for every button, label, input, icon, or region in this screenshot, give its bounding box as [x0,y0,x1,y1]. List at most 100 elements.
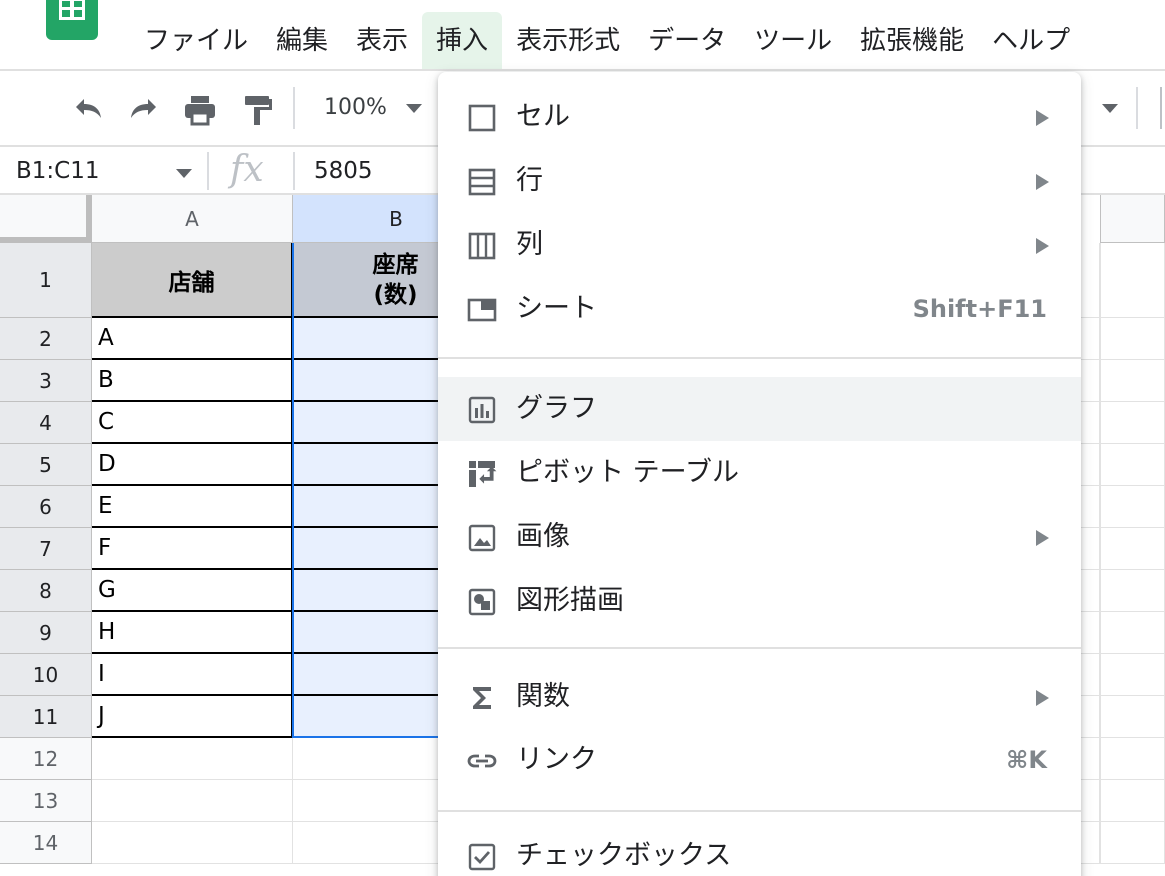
menu-tools[interactable]: ツール [740,12,846,70]
redo-icon[interactable] [126,93,162,127]
toolbar-divider [1160,87,1162,129]
cell-right[interactable] [1100,402,1165,444]
insert-menu-item[interactable]: リンク ⌘K [438,728,1081,792]
menu-extensions[interactable]: 拡張機能 [846,12,978,70]
menu-format[interactable]: 表示形式 [502,12,634,70]
zoom-chevron-down-icon[interactable] [406,104,422,113]
print-icon[interactable] [182,93,218,127]
insert-menu-item[interactable]: チェックボックス [438,824,1081,876]
cell-right[interactable] [1100,243,1165,318]
formula-input[interactable]: 5805 [314,152,373,190]
name-box-chevron-down-icon[interactable] [176,169,192,178]
insert-menu-item[interactable]: ピボット テーブル [438,441,1081,505]
cell-a[interactable]: G [92,570,293,612]
cell-right[interactable] [1081,570,1100,612]
row-header[interactable]: 7 [0,528,92,570]
insert-menu-item[interactable]: 図形描画 [438,569,1081,633]
cell-right[interactable] [1100,780,1165,822]
row-header[interactable]: 5 [0,444,92,486]
row-header[interactable]: 3 [0,360,92,402]
cell-right[interactable] [1081,318,1100,360]
row-header[interactable]: 6 [0,486,92,528]
menu-view[interactable]: 表示 [342,12,422,70]
cell-right[interactable] [1100,570,1165,612]
row-header[interactable]: 2 [0,318,92,360]
cell-a[interactable]: C [92,402,293,444]
undo-icon[interactable] [70,93,106,127]
row-header[interactable]: 12 [0,738,92,780]
cell-right[interactable] [1081,654,1100,696]
cell-right[interactable] [1081,486,1100,528]
cell-right[interactable] [1100,654,1165,696]
insert-menu-item[interactable]: グラフ [438,377,1081,441]
select-all-corner[interactable] [0,195,92,243]
insert-menu-item-label: チェックボックス [516,840,732,871]
row-header[interactable]: 8 [0,570,92,612]
row-header[interactable]: 14 [0,822,92,864]
sheets-logo[interactable] [46,0,98,40]
row-header[interactable]: 13 [0,780,92,822]
sheets-logo-icon [59,0,85,20]
cell-a[interactable]: F [92,528,293,570]
cell-right[interactable] [1100,486,1165,528]
menu-help[interactable]: ヘルプ [978,12,1084,70]
cell-right[interactable] [1100,612,1165,654]
insert-menu-item-label: グラフ [516,393,597,424]
cell-a[interactable]: A [92,318,293,360]
menu-separator [438,810,1081,812]
insert-menu-item[interactable]: 行 [438,149,1081,213]
cell-right[interactable] [1081,360,1100,402]
cell-a[interactable] [92,738,293,780]
name-box[interactable]: B1:C11 [16,152,100,190]
zoom-select[interactable]: 100% [324,93,387,123]
cell-a[interactable]: I [92,654,293,696]
row-header[interactable]: 1 [0,243,92,318]
cell-right[interactable] [1081,612,1100,654]
insert-menu-item-label: セル [516,101,570,132]
cell-right[interactable] [1081,444,1100,486]
cell-right[interactable] [1081,696,1100,738]
column-header-a[interactable]: A [92,195,293,243]
menu-separator [438,357,1081,359]
cell-right[interactable] [1081,822,1100,864]
insert-menu-item[interactable]: 列 [438,213,1081,277]
row-icon [468,168,496,196]
cell-a1-header[interactable]: 店舗 [92,243,293,318]
cell-right[interactable] [1081,780,1100,822]
cell-right[interactable] [1100,360,1165,402]
cell-right[interactable] [1100,528,1165,570]
row-header[interactable]: 9 [0,612,92,654]
menu-file[interactable]: ファイル [130,12,262,70]
cell-a[interactable]: H [92,612,293,654]
insert-menu-item[interactable]: シート Shift+F11 [438,277,1081,341]
cell-a[interactable] [92,780,293,822]
cell-right[interactable] [1081,402,1100,444]
cell-a[interactable]: D [92,444,293,486]
menu-data[interactable]: データ [634,12,740,70]
cell-a[interactable]: B [92,360,293,402]
insert-menu-item[interactable]: セル [438,85,1081,149]
column-header-next[interactable] [1100,195,1165,243]
cell-a[interactable]: J [92,696,293,738]
cell-right[interactable] [1100,738,1165,780]
cell-right[interactable] [1081,528,1100,570]
row-header[interactable]: 11 [0,696,92,738]
cell-right[interactable] [1100,696,1165,738]
cell-right[interactable] [1100,822,1165,864]
insert-menu-item[interactable]: 画像 [438,505,1081,569]
font-size-chevron-down-icon[interactable] [1102,104,1118,113]
row-header[interactable]: 10 [0,654,92,696]
cell-right[interactable] [1100,318,1165,360]
cell-right[interactable] [1081,738,1100,780]
row-header[interactable]: 4 [0,402,92,444]
pivot-table-icon [469,461,497,487]
paint-format-icon[interactable] [240,93,276,127]
cell-a[interactable] [92,822,293,864]
cell-a[interactable]: E [92,486,293,528]
menu-edit[interactable]: 編集 [262,12,342,70]
submenu-arrow-icon [1036,530,1049,546]
cell-right[interactable] [1081,243,1100,318]
insert-menu-item[interactable]: 関数 [438,665,1081,729]
cell-right[interactable] [1100,444,1165,486]
menu-insert[interactable]: 挿入 [422,12,503,70]
